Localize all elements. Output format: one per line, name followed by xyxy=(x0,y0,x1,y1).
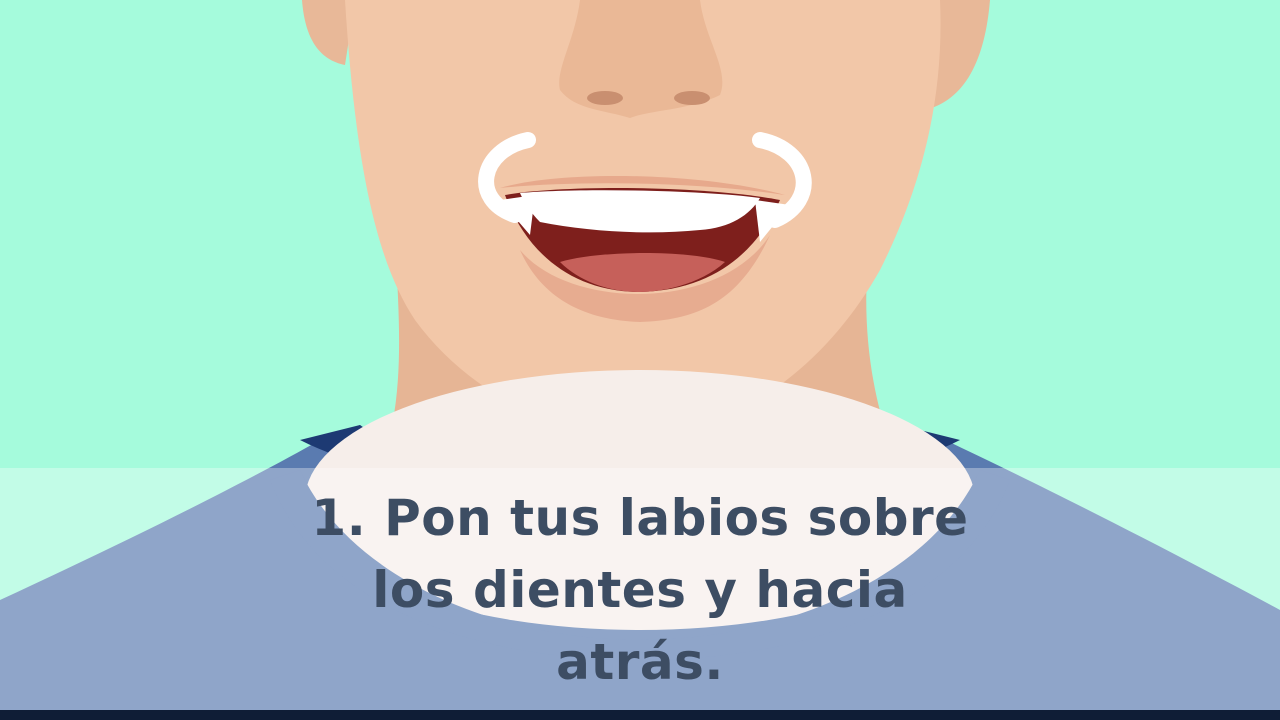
video-bottom-bar xyxy=(0,710,1280,720)
caption-line-1: 1. Pon tus labios sobre xyxy=(311,489,969,547)
left-nostril xyxy=(587,91,623,105)
caption-line-2: los dientes y hacia xyxy=(372,561,908,619)
right-nostril xyxy=(674,91,710,105)
caption-line-3: atrás. xyxy=(556,633,724,691)
caption: 1. Pon tus labios sobre los dientes y ha… xyxy=(240,482,1040,698)
